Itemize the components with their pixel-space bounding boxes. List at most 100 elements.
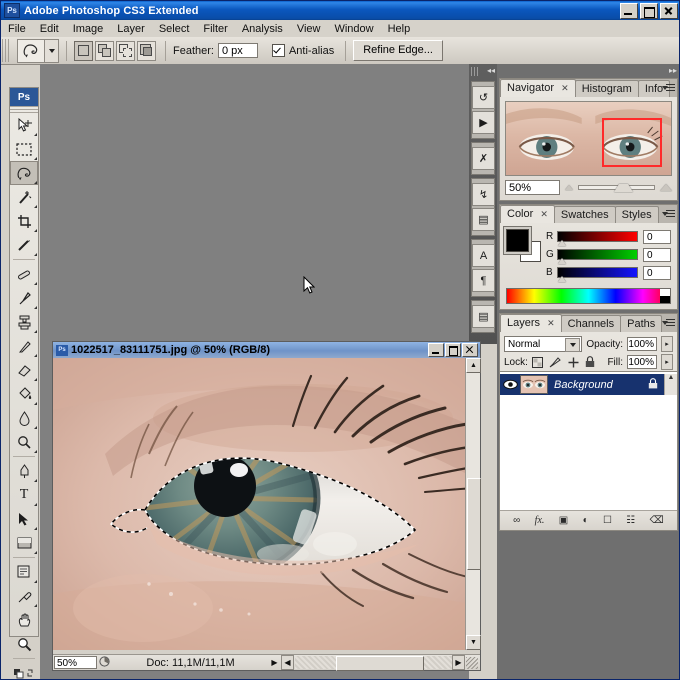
toolbox-grip[interactable] [10, 106, 38, 113]
scroll-down-button[interactable]: ▼ [466, 635, 481, 650]
tab-paths[interactable]: Paths [620, 315, 663, 332]
tool-magic-wand[interactable] [10, 185, 38, 209]
layer-thumbnail[interactable] [520, 375, 548, 394]
refine-edge-button[interactable]: Refine Edge... [353, 40, 443, 61]
red-slider-knob[interactable] [558, 240, 566, 246]
expand-dock-arrows-icon[interactable]: ◂◂ [487, 67, 495, 75]
menu-select[interactable]: Select [152, 22, 197, 36]
document-title-bar[interactable]: Ps 1022517_83111751.jpg @ 50% (RGB/8) [53, 342, 480, 359]
tab-navigator[interactable]: Navigator ✕ [500, 79, 576, 97]
actions-panel-icon[interactable]: ▶ [472, 111, 495, 134]
navigator-view-rectangle[interactable] [601, 118, 662, 168]
status-preview-icon[interactable] [97, 655, 112, 670]
menu-image[interactable]: Image [66, 22, 111, 36]
layer-visibility-eye-icon[interactable] [500, 379, 520, 390]
document-minimize-button[interactable] [428, 343, 444, 357]
tab-color[interactable]: Color ✕ [500, 205, 555, 223]
collapse-dock-arrows-icon[interactable]: ▸▸ [669, 67, 677, 75]
link-layers-icon[interactable]: ∞ [513, 515, 520, 526]
intersect-with-selection-button[interactable] [137, 40, 156, 61]
menu-layer[interactable]: Layer [110, 22, 152, 36]
tool-preset-dropdown[interactable] [45, 38, 59, 63]
tab-styles[interactable]: Styles [614, 206, 659, 223]
tool-clone-stamp[interactable] [10, 310, 38, 334]
fill-stepper[interactable]: ▸ [661, 354, 673, 370]
new-adjustment-layer-icon[interactable]: ◐ [583, 515, 589, 526]
tool-crop[interactable] [10, 209, 38, 233]
menu-analysis[interactable]: Analysis [235, 22, 290, 36]
menu-filter[interactable]: Filter [196, 22, 234, 36]
tab-histogram[interactable]: Histogram [574, 80, 639, 97]
navigator-thumbnail[interactable] [505, 101, 672, 176]
zoom-in-icon[interactable] [660, 184, 672, 191]
lock-image-pixels-icon[interactable] [549, 356, 562, 368]
blend-mode-chevron-down-icon[interactable] [565, 338, 581, 352]
table-row[interactable]: Background ▲ [500, 374, 677, 395]
lock-transparent-pixels-icon[interactable] [531, 356, 543, 368]
blue-slider-track[interactable] [557, 267, 638, 282]
color-spectrum-ramp[interactable] [506, 288, 671, 304]
tab-channels[interactable]: Channels [560, 315, 622, 332]
tool-move[interactable] [10, 113, 38, 137]
zoom-out-icon[interactable] [565, 185, 573, 190]
document-vertical-scrollbar[interactable]: ▲ ▼ [465, 358, 481, 650]
menu-view[interactable]: View [290, 22, 328, 36]
tab-layers-close-icon[interactable]: ✕ [547, 318, 555, 328]
green-slider-knob[interactable] [558, 258, 566, 264]
layers-scrollbar[interactable]: ▲ [664, 374, 677, 395]
close-button[interactable] [660, 2, 678, 19]
tool-type[interactable]: T [10, 483, 38, 507]
green-value[interactable]: 0 [643, 247, 671, 262]
tool-dodge[interactable] [10, 430, 38, 454]
zoom-slider-knob[interactable] [614, 183, 634, 192]
tab-color-close-icon[interactable]: ✕ [540, 209, 548, 219]
tool-history-brush[interactable] [10, 334, 38, 358]
scroll-up-button[interactable]: ▲ [466, 358, 481, 373]
new-layer-icon[interactable]: ☷ [626, 515, 635, 526]
anti-alias-checkbox[interactable] [271, 44, 285, 57]
fill-input[interactable]: 100% [627, 355, 657, 369]
feather-input[interactable]: 0 px [217, 43, 258, 58]
opacity-input[interactable]: 100% [627, 337, 657, 351]
tool-eyedropper[interactable] [10, 584, 38, 608]
tab-layers[interactable]: Layers ✕ [500, 314, 562, 332]
maximize-button[interactable] [640, 2, 658, 19]
layer-comps-panel-icon[interactable]: ▤ [472, 305, 495, 328]
lock-position-icon[interactable] [568, 357, 579, 368]
menu-edit[interactable]: Edit [33, 22, 66, 36]
color-foreground-swatch[interactable] [506, 229, 529, 252]
red-slider-track[interactable] [557, 231, 638, 246]
green-slider-track[interactable] [557, 249, 638, 264]
blue-slider-knob[interactable] [558, 276, 566, 282]
tool-shape[interactable] [10, 531, 38, 555]
active-tool-icon[interactable] [17, 38, 45, 63]
subtract-from-selection-button[interactable] [116, 40, 135, 61]
tool-blur[interactable] [10, 406, 38, 430]
tool-presets-panel-icon[interactable]: ✗ [472, 147, 495, 170]
status-expand-arrow-icon[interactable]: ▶ [269, 656, 280, 669]
add-to-selection-button[interactable] [95, 40, 114, 61]
opacity-stepper[interactable]: ▸ [661, 336, 673, 352]
tool-eraser[interactable] [10, 358, 38, 382]
tab-swatches[interactable]: Swatches [553, 206, 616, 223]
red-value[interactable]: 0 [643, 229, 671, 244]
lock-all-icon[interactable] [585, 356, 595, 368]
menu-file[interactable]: File [1, 22, 33, 36]
navigator-zoom-input[interactable]: 50% [505, 180, 560, 195]
default-colors-and-swap[interactable] [10, 661, 38, 679]
paragraph-panel-icon[interactable]: ¶ [472, 269, 495, 292]
menu-help[interactable]: Help [381, 22, 418, 36]
character-panel-icon[interactable]: A [472, 244, 495, 267]
tool-notes[interactable] [10, 560, 38, 584]
tool-lasso[interactable] [10, 161, 38, 185]
document-canvas[interactable] [53, 358, 480, 650]
black-white-swatch-strip[interactable] [660, 289, 670, 303]
blend-mode-select[interactable]: Normal [504, 336, 583, 352]
status-menu-arrow-icon[interactable]: ◀ [281, 655, 294, 670]
vertical-scroll-thumb[interactable] [467, 478, 481, 570]
tool-hand[interactable] [10, 608, 38, 632]
tool-zoom[interactable] [10, 632, 38, 656]
add-layer-mask-icon[interactable]: ▣ [559, 515, 568, 526]
new-selection-button[interactable] [74, 40, 93, 61]
dock-grip[interactable] [471, 66, 479, 76]
